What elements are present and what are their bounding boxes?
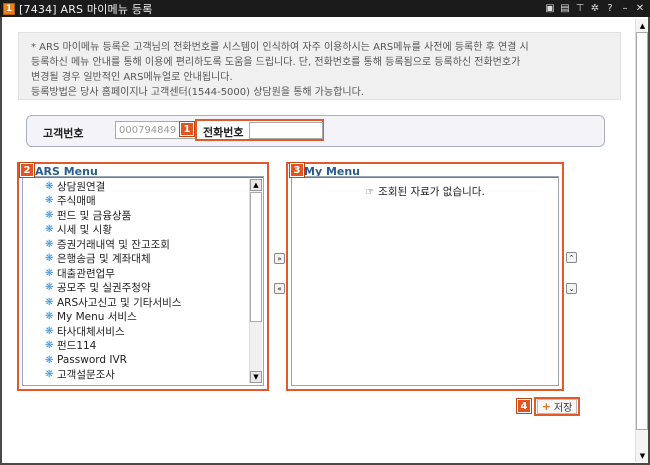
list-item[interactable]: ❋ Password IVR: [25, 353, 248, 368]
callout-badge-3: 3: [290, 163, 304, 177]
save-button[interactable]: + 저장: [537, 399, 577, 414]
list-item[interactable]: ❋ 고객설문조사: [25, 368, 248, 383]
bullet-icon: ❋: [45, 209, 54, 221]
pin-icon[interactable]: ⊤: [574, 1, 586, 15]
bullet-icon: ❋: [45, 180, 54, 192]
move-up-button[interactable]: ⌃: [566, 252, 577, 263]
list-item-label: 은행송금 및 계좌대체: [57, 253, 151, 266]
bullet-icon: ❋: [45, 267, 54, 279]
bullet-icon: ❋: [45, 224, 54, 236]
list-item-label: 시세 및 시황: [57, 224, 112, 237]
list-item[interactable]: ❋ 타사대체서비스: [25, 324, 248, 339]
list-item-label: 대출관련업무: [57, 267, 115, 280]
notice-box: * ARS 마이메뉴 등록은 고객님의 전화번호를 시스템이 인식하여 자주 이…: [18, 32, 621, 100]
move-right-button[interactable]: »: [274, 253, 285, 264]
move-left-button[interactable]: «: [274, 283, 285, 294]
settings-icon[interactable]: ✲: [589, 1, 601, 15]
list-item-label: My Menu 서비스: [57, 311, 137, 324]
bullet-icon: ❋: [45, 369, 54, 381]
bullet-icon: ❋: [45, 325, 54, 337]
ars-menu-panel: ARS Menu ❋ 상담원연결 ❋ 주식매매 ❋ 펀드 및 금융상품 ❋ 시세 및 시황 ❋ 증…: [17, 162, 269, 391]
list-item-label: 증권거래내역 및 잔고조회: [57, 238, 170, 251]
window-scroll-down-icon[interactable]: ▼: [636, 449, 649, 462]
customer-number-label: 고객번호: [43, 127, 84, 140]
notice-line: 등록방법은 당사 홈페이지나 고객센터(1544-5000) 상담원을 통해 가…: [31, 87, 364, 98]
save-label: 저장: [553, 403, 573, 414]
hand-pointer-icon: ☞: [365, 187, 375, 198]
bullet-icon: ❋: [45, 340, 54, 352]
list-item-label: Password IVR: [57, 354, 127, 367]
scroll-down-icon[interactable]: ▼: [250, 371, 262, 383]
list-item[interactable]: ❋ 펀드114: [25, 339, 248, 354]
window-scroll-up-icon[interactable]: ▲: [636, 19, 649, 32]
scroll-up-icon[interactable]: ▲: [250, 179, 262, 191]
notice-line: 등록하신 메뉴 안내를 통해 이용에 편리하도록 도움을 드립니다. 단, 전화…: [31, 57, 521, 68]
list-item-label: 상담원연결: [57, 180, 106, 193]
list-item[interactable]: ❋ 상담원연결: [25, 179, 248, 194]
plus-icon: +: [541, 400, 551, 413]
list-item[interactable]: ❋ 펀드 및 금융상품: [25, 208, 248, 223]
list-item[interactable]: ❋ 대출관련업무: [25, 266, 248, 281]
scroll-thumb[interactable]: [250, 192, 262, 322]
window-scroll-thumb[interactable]: [636, 32, 648, 430]
bullet-icon: ❋: [45, 282, 54, 294]
list-item[interactable]: ❋ ARS사고신고 및 기타서비스: [25, 295, 248, 310]
phone-number-label: 전화번호: [203, 126, 244, 139]
bullet-icon: ❋: [45, 354, 54, 366]
window-controls: ▣ ▤ ⊤ ✲ ? – ✕: [544, 1, 646, 15]
window-title: [7434] ARS 마이메뉴 등록: [19, 2, 153, 16]
save-button-group: + 저장: [534, 397, 580, 416]
ars-menu-list: ❋ 상담원연결 ❋ 주식매매 ❋ 펀드 및 금융상품 ❋ 시세 및 시황 ❋ 증권거래내역 및 잔…: [25, 179, 248, 383]
customer-info-bar: 고객번호 전화번호: [26, 115, 605, 147]
window-number-badge: 1: [3, 2, 15, 15]
list-item-label: 고객설문조사: [57, 369, 115, 382]
callout-badge-2: 2: [20, 163, 34, 177]
list-item-label: 펀드 및 금융상품: [57, 209, 132, 222]
callout-badge-4: 4: [517, 399, 531, 413]
bullet-icon: ❋: [45, 238, 54, 250]
minimize-icon[interactable]: –: [619, 1, 631, 15]
list-item[interactable]: ❋ My Menu 서비스: [25, 310, 248, 325]
bullet-icon: ❋: [45, 296, 54, 308]
empty-message: ☞ 조회된 자료가 없습니다.: [292, 184, 558, 199]
list-item[interactable]: ❋ 주식매매: [25, 194, 248, 209]
list-item[interactable]: ❋ 은행송금 및 계좌대체: [25, 252, 248, 267]
phone-number-field[interactable]: [249, 122, 323, 139]
list-item-label: ARS사고신고 및 기타서비스: [57, 296, 182, 309]
ars-menu-listbox[interactable]: ❋ 상담원연결 ❋ 주식매매 ❋ 펀드 및 금융상품 ❋ 시세 및 시황 ❋ 증권거래내역 및 잔…: [22, 176, 264, 386]
list-item-label: 주식매매: [57, 195, 96, 208]
callout-badge-1: 1: [180, 122, 194, 136]
close-icon[interactable]: ✕: [634, 1, 646, 15]
title-bar: 1 [7434] ARS 마이메뉴 등록 ▣ ▤ ⊤ ✲ ? – ✕: [0, 0, 650, 17]
ars-menu-scrollbar[interactable]: ▲ ▼: [249, 179, 262, 383]
list-item-label: 타사대체서비스: [57, 325, 125, 338]
move-down-button[interactable]: ⌄: [566, 283, 577, 294]
notice-line: 변경될 경우 일반적인 ARS메뉴얼로 안내됩니다.: [31, 72, 233, 83]
print-icon[interactable]: ▣: [544, 1, 556, 15]
bullet-icon: ❋: [45, 311, 54, 323]
list-item[interactable]: ❋ 공모주 및 실권주청약: [25, 281, 248, 296]
bullet-icon: ❋: [45, 253, 54, 265]
phone-field-group: 전화번호: [195, 119, 324, 141]
empty-message-text: 조회된 자료가 없습니다.: [378, 186, 485, 198]
my-menu-panel: My Menu ☞ 조회된 자료가 없습니다.: [286, 162, 564, 391]
notice-line: * ARS 마이메뉴 등록은 고객님의 전화번호를 시스템이 인식하여 자주 이…: [31, 42, 529, 53]
help-icon[interactable]: ?: [604, 1, 616, 15]
list-item[interactable]: ❋ 시세 및 시황: [25, 223, 248, 238]
list-item-label: 펀드114: [57, 340, 97, 353]
copy-icon[interactable]: ▤: [559, 1, 571, 15]
list-item[interactable]: ❋ 증권거래내역 및 잔고조회: [25, 237, 248, 252]
list-item-label: 공모주 및 실권주청약: [57, 282, 151, 295]
window-scrollbar[interactable]: ▲ ▼: [635, 19, 648, 462]
bullet-icon: ❋: [45, 195, 54, 207]
my-menu-listbox[interactable]: ☞ 조회된 자료가 없습니다.: [291, 176, 559, 386]
